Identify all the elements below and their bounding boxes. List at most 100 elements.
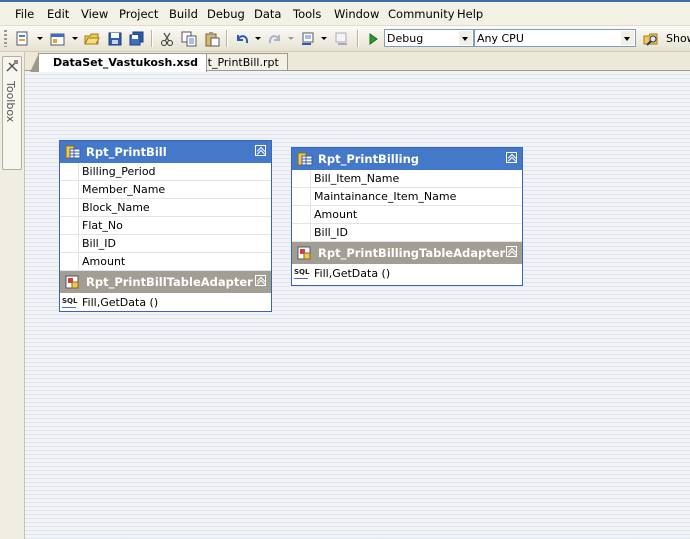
column-row[interactable]: Bill_ID [292, 224, 522, 242]
undo-dropdown-arrow[interactable] [255, 37, 261, 40]
dataset-designer-canvas[interactable]: Rpt_PrintBill Billing_Period Member_Name… [25, 71, 690, 539]
menu-file[interactable]: File [15, 7, 34, 21]
open-folder-icon[interactable] [82, 29, 102, 48]
row-gutter [292, 224, 311, 241]
column-row[interactable]: Maintainance_Item_Name [292, 188, 522, 206]
add-item-icon[interactable] [48, 29, 68, 48]
datatable-rpt-printbilling[interactable]: Rpt_PrintBilling Bill_Item_Name Maintain… [291, 147, 523, 286]
collapse-icon[interactable] [506, 246, 517, 257]
column-name: Bill_Item_Name [314, 172, 400, 185]
row-gutter [60, 217, 79, 234]
datatable-title: Rpt_PrintBill [86, 145, 167, 159]
column-row[interactable]: Bill_Item_Name [292, 170, 522, 188]
navigate-forward-icon[interactable] [331, 29, 351, 48]
document-tab-strip: DataSet_Vastukosh.xsd Rpt_PrintBill.rpt [25, 52, 690, 72]
row-gutter [292, 170, 311, 187]
row-gutter [60, 199, 79, 216]
column-name: Member_Name [82, 183, 166, 196]
menu-view[interactable]: View [81, 7, 108, 21]
column-row[interactable]: Block_Name [60, 199, 271, 217]
row-gutter [60, 181, 79, 198]
menu-edit[interactable]: Edit [47, 7, 69, 21]
sql-query-icon: SQL [294, 266, 309, 279]
solution-platform-select[interactable]: Any CPU [474, 29, 636, 47]
column-name: Bill_ID [82, 237, 116, 250]
toolbar-separator [151, 30, 153, 47]
toolbox-tab[interactable]: Toolbox [2, 56, 22, 170]
tableadapter-title: Rpt_PrintBillingTableAdapter [318, 246, 506, 260]
toolbox-icon [5, 59, 19, 76]
row-gutter [292, 188, 311, 205]
tableadapter-icon [297, 246, 313, 263]
query-row[interactable]: SQL Fill,GetData () [60, 293, 271, 311]
tableadapter-header[interactable]: Rpt_PrintBillingTableAdapter [292, 242, 522, 264]
column-row[interactable]: Bill_ID [60, 235, 271, 253]
show-label[interactable]: Show [666, 32, 690, 45]
column-name: Amount [82, 255, 126, 268]
column-name: Billing_Period [82, 165, 156, 178]
menu-tools[interactable]: Tools [293, 7, 321, 21]
chevron-down-icon[interactable] [621, 31, 634, 45]
save-icon[interactable] [105, 29, 125, 48]
new-project-dropdown-arrow[interactable] [37, 37, 43, 40]
toolbox-strip: Toolbox [0, 52, 25, 539]
row-gutter [60, 235, 79, 252]
tableadapter-header[interactable]: Rpt_PrintBillTableAdapter [60, 271, 271, 293]
sql-query-icon: SQL [62, 295, 77, 308]
column-name: Amount [314, 208, 358, 221]
toolbox-label: Toolbox [4, 81, 17, 123]
datatable-icon [297, 152, 313, 169]
copy-icon[interactable] [179, 29, 199, 48]
menu-build[interactable]: Build [169, 7, 198, 21]
add-item-dropdown-arrow[interactable] [72, 37, 78, 40]
menu-help[interactable]: Help [457, 7, 483, 21]
column-name: Flat_No [82, 219, 123, 232]
column-row[interactable]: Billing_Period [60, 163, 271, 181]
tab-dataset-xsd[interactable]: DataSet_Vastukosh.xsd [30, 53, 207, 72]
cut-icon[interactable] [157, 29, 177, 48]
column-name: Maintainance_Item_Name [314, 190, 457, 203]
standard-toolbar: Debug Any CPU Show [0, 26, 690, 52]
tableadapter-icon [65, 275, 81, 292]
redo-dropdown-arrow[interactable] [288, 37, 294, 40]
solution-platform-value: Any CPU [477, 32, 524, 45]
find-in-files-icon[interactable] [641, 29, 661, 48]
menu-window[interactable]: Window [334, 7, 379, 21]
datatable-title: Rpt_PrintBilling [318, 152, 420, 166]
solution-configuration-value: Debug [387, 32, 424, 45]
toolbar-grip[interactable] [4, 30, 7, 47]
paste-icon[interactable] [202, 29, 222, 48]
row-gutter [60, 253, 79, 270]
datatable-rpt-printbill[interactable]: Rpt_PrintBill Billing_Period Member_Name… [59, 140, 272, 312]
column-row[interactable]: Amount [292, 206, 522, 224]
menu-project[interactable]: Project [119, 7, 158, 21]
menu-bar: File Edit View Project Build Debug Data … [0, 2, 690, 26]
toolbar-separator [226, 30, 228, 47]
datatable-header[interactable]: Rpt_PrintBilling [292, 148, 522, 170]
column-row[interactable]: Flat_No [60, 217, 271, 235]
menu-community[interactable]: Community [388, 7, 455, 21]
column-row[interactable]: Member_Name [60, 181, 271, 199]
row-gutter [60, 163, 79, 180]
collapse-icon[interactable] [255, 145, 266, 156]
save-all-icon[interactable] [127, 29, 147, 48]
undo-icon[interactable] [232, 29, 252, 48]
navigate-backward-icon[interactable] [298, 29, 318, 48]
query-text: Fill,GetData () [82, 296, 159, 309]
row-gutter [292, 206, 311, 223]
datatable-icon [65, 145, 81, 162]
collapse-icon[interactable] [506, 152, 517, 163]
column-row[interactable]: Amount [60, 253, 271, 271]
menu-data[interactable]: Data [254, 7, 281, 21]
redo-icon[interactable] [265, 29, 285, 48]
menu-debug[interactable]: Debug [207, 7, 245, 21]
new-project-icon[interactable] [12, 29, 32, 48]
tab-label: DataSet_Vastukosh.xsd [53, 56, 198, 69]
start-debugging-icon[interactable] [363, 29, 383, 48]
chevron-down-icon[interactable] [459, 31, 472, 45]
collapse-icon[interactable] [255, 275, 266, 286]
query-row[interactable]: SQL Fill,GetData () [292, 264, 522, 282]
datatable-header[interactable]: Rpt_PrintBill [60, 141, 271, 163]
navigate-dropdown-arrow[interactable] [321, 37, 327, 40]
solution-configuration-select[interactable]: Debug [384, 29, 474, 47]
